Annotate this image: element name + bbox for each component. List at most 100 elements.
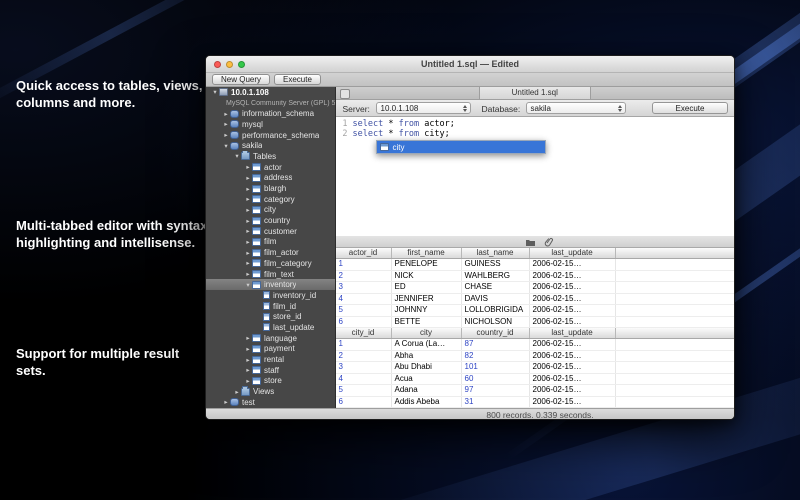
cell[interactable]: Adana — [392, 385, 462, 396]
cell[interactable]: 5 — [336, 305, 392, 316]
cell[interactable]: 101 — [462, 362, 530, 373]
cell[interactable]: A Corua (La… — [392, 339, 462, 350]
cell[interactable]: Abu Dhabi — [392, 362, 462, 373]
cell[interactable]: 2006-02-15… — [530, 339, 616, 350]
table-row[interactable]: 6Addis Abeba312006-02-15… — [336, 397, 734, 409]
cell[interactable]: Acua — [392, 374, 462, 385]
cell[interactable]: 87 — [462, 339, 530, 350]
tree-item-performance-schema[interactable]: ▸performance_schema — [206, 130, 335, 141]
tree-item-information-schema[interactable]: ▸information_schema — [206, 108, 335, 119]
cell[interactable]: 2006-02-15… — [530, 374, 616, 385]
editor-line[interactable]: 2select * from city; — [336, 129, 734, 139]
disclosure-triangle-icon[interactable]: ▸ — [222, 120, 230, 128]
disclosure-triangle-icon[interactable]: ▾ — [244, 281, 252, 289]
cell[interactable]: JOHNNY — [392, 305, 462, 316]
tree-item-store[interactable]: ▸store — [206, 376, 335, 387]
disclosure-triangle-icon[interactable]: ▸ — [244, 217, 252, 225]
cell[interactable]: GUINESS — [462, 259, 530, 270]
disclosure-triangle-icon[interactable]: ▸ — [244, 174, 252, 182]
table-row[interactable]: 3Abu Dhabi1012006-02-15… — [336, 362, 734, 374]
cell[interactable]: 3 — [336, 282, 392, 293]
table-row[interactable]: 1PENELOPEGUINESS2006-02-15… — [336, 259, 734, 271]
cell[interactable]: 2006-02-15… — [530, 351, 616, 362]
table-row[interactable]: 2NICKWAHLBERG2006-02-15… — [336, 271, 734, 283]
cell[interactable]: DAVIS — [462, 294, 530, 305]
folder-icon[interactable] — [524, 237, 538, 247]
tree-item-inventory-id[interactable]: inventory_id — [206, 290, 335, 301]
disclosure-triangle-icon[interactable]: ▸ — [244, 366, 252, 374]
tree-item-tables[interactable]: ▾Tables — [206, 151, 335, 162]
cell[interactable]: JENNIFER — [392, 294, 462, 305]
tab-untitled-1[interactable]: Untitled 1.sql — [479, 87, 591, 99]
disclosure-triangle-icon[interactable]: ▸ — [244, 185, 252, 193]
cell[interactable]: 1 — [336, 339, 392, 350]
disclosure-triangle-icon[interactable]: ▸ — [244, 334, 252, 342]
disclosure-triangle-icon[interactable]: ▸ — [244, 249, 252, 257]
tree-item-city[interactable]: ▸city — [206, 205, 335, 216]
column-header-last_update[interactable]: last_update — [530, 328, 616, 338]
cell[interactable]: 6 — [336, 317, 392, 328]
table-row[interactable]: 6BETTENICHOLSON2006-02-15… — [336, 317, 734, 329]
tree-item-blargh[interactable]: ▸blargh — [206, 183, 335, 194]
disclosure-triangle-icon[interactable]: ▸ — [244, 206, 252, 214]
disclosure-triangle-icon[interactable]: ▸ — [222, 398, 230, 406]
autocomplete-item-city[interactable]: city — [377, 141, 545, 153]
column-header-last_update[interactable]: last_update — [530, 248, 616, 258]
disclosure-triangle-icon[interactable]: ▸ — [244, 227, 252, 235]
table-row[interactable]: 4Acua602006-02-15… — [336, 374, 734, 386]
tree-item-last-update[interactable]: last_update — [206, 322, 335, 333]
table-row[interactable]: 5Adana972006-02-15… — [336, 385, 734, 397]
cell[interactable]: 2006-02-15… — [530, 397, 616, 408]
tree-item-store-id[interactable]: store_id — [206, 311, 335, 322]
cell[interactable]: LOLLOBRIGIDA — [462, 305, 530, 316]
sql-editor[interactable]: 1select * from actor;2select * from city… — [336, 117, 734, 236]
disclosure-triangle-icon[interactable]: ▸ — [244, 345, 252, 353]
tree-item-inventory[interactable]: ▾inventory — [206, 279, 335, 290]
disclosure-triangle-icon[interactable]: ▸ — [244, 195, 252, 203]
table-row[interactable]: 1A Corua (La…872006-02-15… — [336, 339, 734, 351]
cell[interactable]: Addis Abeba — [392, 397, 462, 408]
server-select[interactable]: 10.0.1.108 — [376, 102, 471, 114]
cell[interactable]: ED — [392, 282, 462, 293]
cell[interactable]: 2006-02-15… — [530, 362, 616, 373]
column-header-city_id[interactable]: city_id — [336, 328, 392, 338]
column-header-last_name[interactable]: last_name — [462, 248, 530, 258]
cell[interactable]: BETTE — [392, 317, 462, 328]
tree-item-language[interactable]: ▸language — [206, 333, 335, 344]
editor-line[interactable]: 1select * from actor; — [336, 119, 734, 129]
disclosure-triangle-icon[interactable]: ▾ — [211, 88, 219, 96]
tree-item-film-text[interactable]: ▸film_text — [206, 269, 335, 280]
tree-item-country[interactable]: ▸country — [206, 215, 335, 226]
disclosure-triangle-icon[interactable]: ▸ — [222, 131, 230, 139]
column-header-first_name[interactable]: first_name — [392, 248, 462, 258]
tree-item-test[interactable]: ▸test — [206, 397, 335, 408]
column-header-country_id[interactable]: country_id — [462, 328, 530, 338]
tree-item-film-actor[interactable]: ▸film_actor — [206, 247, 335, 258]
cell[interactable]: 2006-02-15… — [530, 271, 616, 282]
cell[interactable]: 4 — [336, 374, 392, 385]
tree-item-film-id[interactable]: film_id — [206, 301, 335, 312]
disclosure-triangle-icon[interactable]: ▸ — [244, 238, 252, 246]
column-header-actor_id[interactable]: actor_id — [336, 248, 392, 258]
tree-item-views[interactable]: ▸Views — [206, 386, 335, 397]
tree-item-category[interactable]: ▸category — [206, 194, 335, 205]
disclosure-triangle-icon[interactable]: ▾ — [222, 142, 230, 150]
column-header-city[interactable]: city — [392, 328, 462, 338]
cell[interactable]: 1 — [336, 259, 392, 270]
cell[interactable]: 60 — [462, 374, 530, 385]
cell[interactable]: NICK — [392, 271, 462, 282]
disclosure-triangle-icon[interactable]: ▸ — [244, 377, 252, 385]
table-row[interactable]: 5JOHNNYLOLLOBRIGIDA2006-02-15… — [336, 305, 734, 317]
new-query-button[interactable]: New Query — [212, 74, 270, 85]
tree-item-mysql[interactable]: ▸mysql — [206, 119, 335, 130]
cell[interactable]: 2006-02-15… — [530, 305, 616, 316]
disclosure-triangle-icon[interactable]: ▸ — [222, 110, 230, 118]
cell[interactable]: 2006-02-15… — [530, 385, 616, 396]
paperclip-icon[interactable] — [542, 237, 556, 247]
cell[interactable]: 2006-02-15… — [530, 317, 616, 328]
tree-item-10-0-1-108[interactable]: ▾10.0.1.108 — [206, 87, 335, 98]
disclosure-triangle-icon[interactable]: ▸ — [244, 163, 252, 171]
cell[interactable]: CHASE — [462, 282, 530, 293]
tree-item-film-category[interactable]: ▸film_category — [206, 258, 335, 269]
cell[interactable]: WAHLBERG — [462, 271, 530, 282]
